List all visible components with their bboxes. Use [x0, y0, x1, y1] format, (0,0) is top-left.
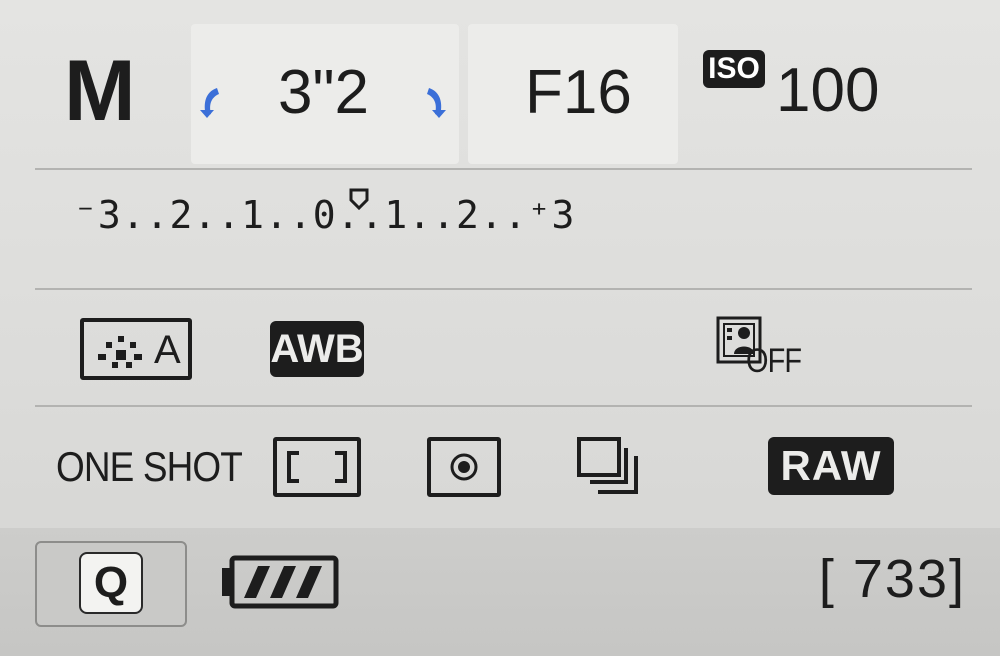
metering-icon	[450, 453, 478, 481]
camera-quick-control-screen: M 3"2 F16 ISO 100 ⁻3..2..1..0..1..2..⁺3 …	[0, 0, 1000, 656]
af-area-button[interactable]	[273, 437, 361, 497]
shutter-speed-value: 3"2	[278, 58, 369, 127]
iso-badge: ISO	[703, 50, 765, 88]
aperture-value: F16	[525, 58, 632, 127]
quick-control-label: Q	[79, 552, 143, 614]
divider	[35, 405, 972, 407]
shooting-mode[interactable]: M	[64, 48, 136, 134]
af-mode-label[interactable]: ONE SHOT	[56, 446, 243, 488]
picture-style-button[interactable]: A	[80, 318, 192, 380]
white-balance-button[interactable]: AWB	[270, 321, 364, 377]
self-timer-button[interactable]: OFF	[716, 316, 802, 380]
iso-value[interactable]: 100	[776, 60, 879, 122]
shots-remaining: [ 733]	[818, 549, 966, 609]
picture-style-icon	[98, 336, 142, 368]
exposure-indicator-icon	[349, 188, 369, 210]
exposure-compensation-scale[interactable]: ⁻3..2..1..0..1..2..⁺3	[74, 196, 575, 234]
battery-icon	[222, 555, 339, 609]
metering-mode-button[interactable]	[427, 437, 501, 497]
divider	[35, 288, 972, 290]
picture-style-label: A	[154, 328, 181, 372]
dial-right-arrow-icon	[427, 88, 446, 118]
image-quality-button[interactable]: RAW	[768, 437, 894, 495]
divider	[35, 168, 972, 170]
drive-mode-continuous-icon[interactable]	[576, 436, 648, 498]
dial-left-arrow-icon	[200, 88, 219, 118]
af-area-icon	[287, 451, 347, 483]
self-timer-label: OFF	[746, 342, 802, 380]
